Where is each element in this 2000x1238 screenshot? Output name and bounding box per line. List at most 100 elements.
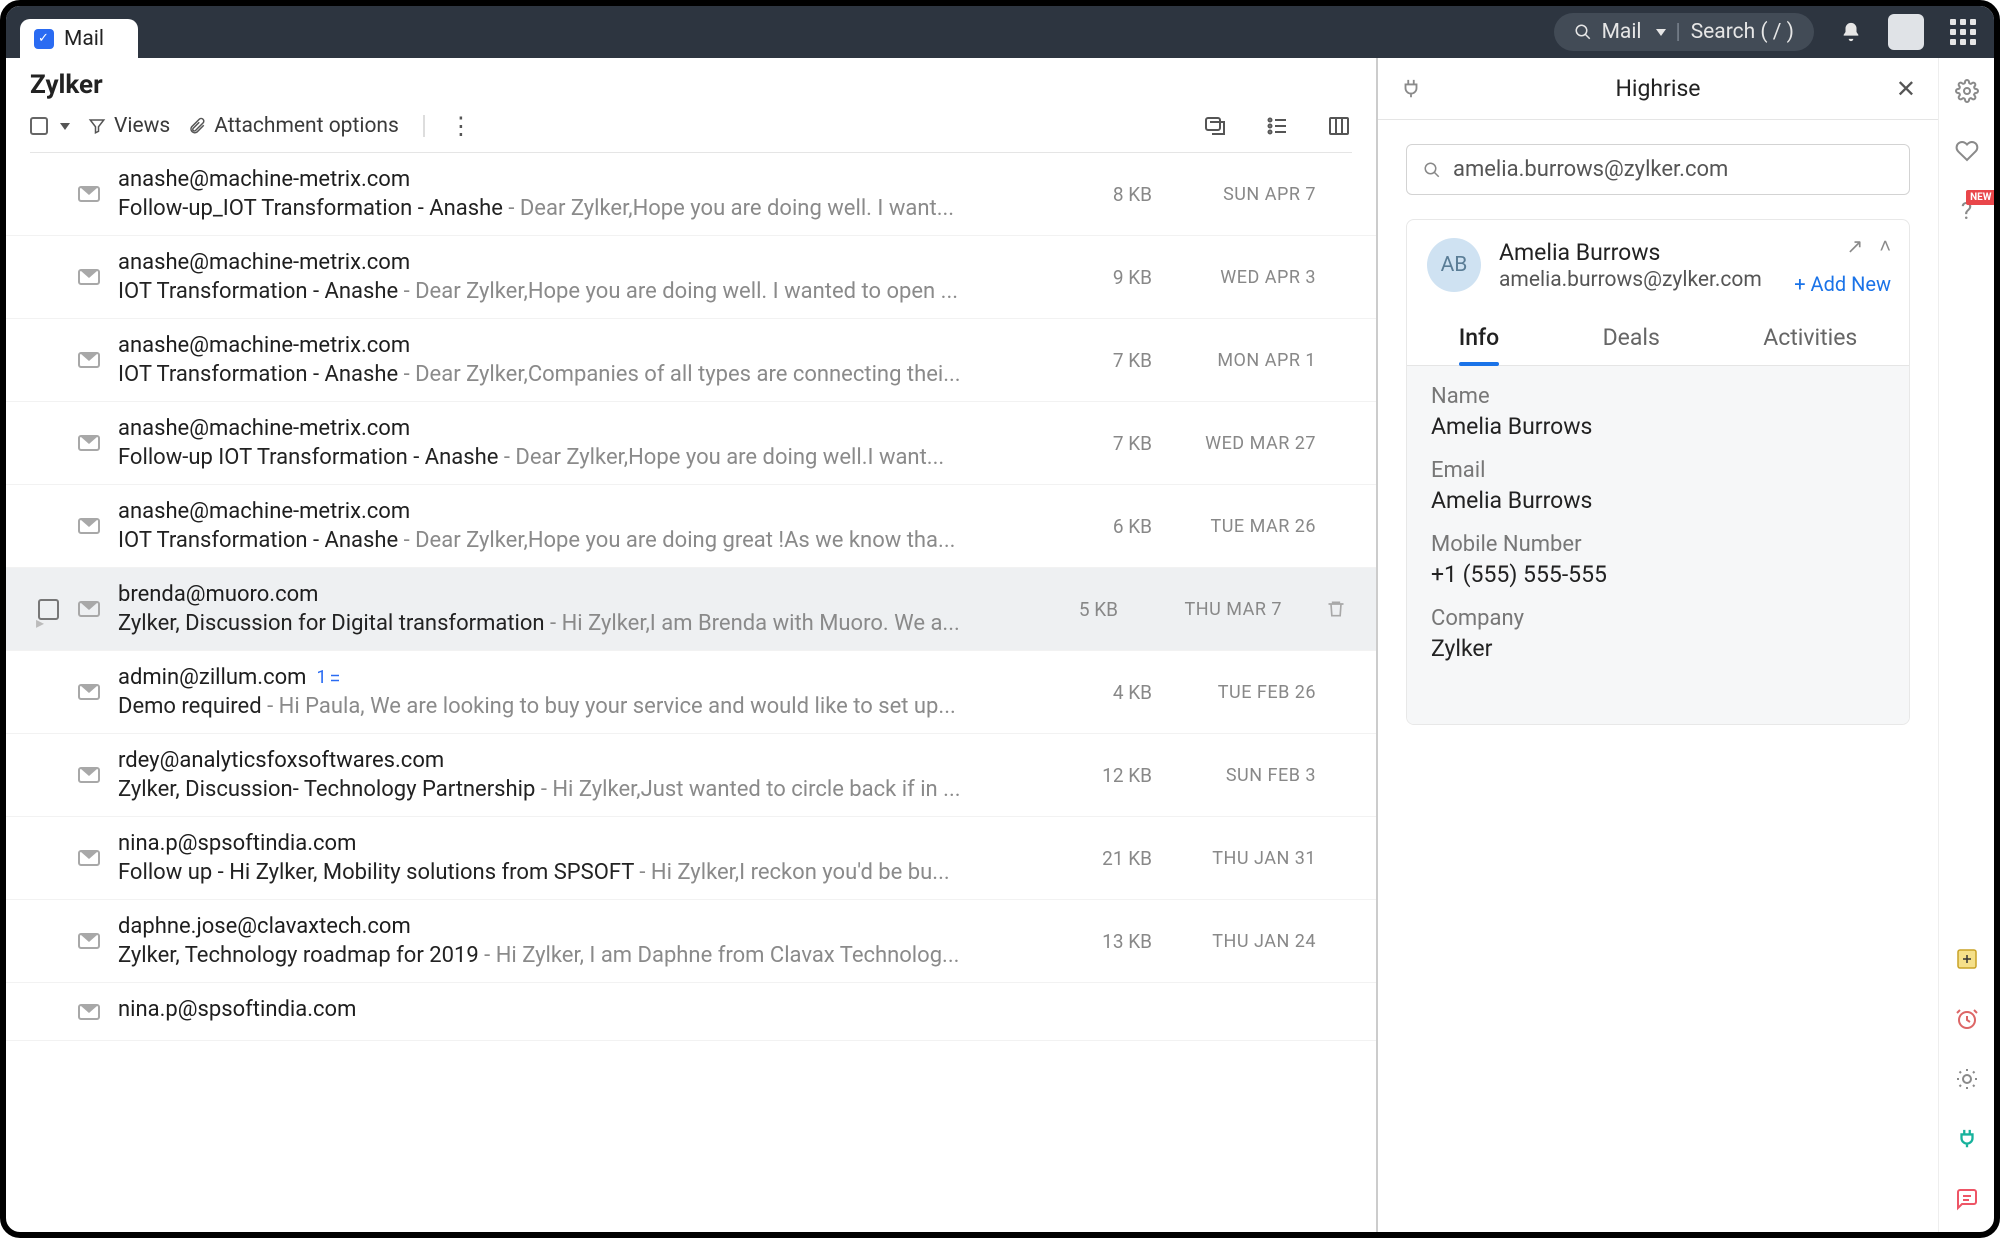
chat-icon[interactable] — [1952, 1184, 1982, 1214]
panel-search[interactable]: amelia.burrows@zylker.com — [1406, 144, 1910, 195]
mail-item[interactable]: ▸brenda@muoro.comZylker, Discussion for … — [6, 568, 1376, 651]
mail-preview: - Dear Zylker,Hope you are doing well. I… — [503, 196, 954, 221]
mail-item[interactable]: anashe@machine-metrix.comIOT Transformat… — [6, 485, 1376, 568]
mail-item[interactable]: anashe@machine-metrix.comFollow-up_IOT T… — [6, 153, 1376, 236]
grouped-view-icon[interactable] — [1202, 113, 1228, 139]
attachment-options-button[interactable]: Attachment options — [188, 114, 399, 138]
mail-from: brenda@muoro.com — [118, 582, 318, 607]
field-value-company: Zylker — [1431, 635, 1885, 662]
views-button[interactable]: Views — [88, 114, 170, 138]
field-value-email: Amelia Burrows — [1431, 487, 1885, 514]
contact-avatar: AB — [1427, 238, 1481, 292]
add-new-link[interactable]: + Add New — [1794, 272, 1891, 296]
mail-from: nina.p@spsoftindia.com — [118, 831, 356, 856]
plug-rail-icon[interactable] — [1952, 1124, 1982, 1154]
tab-label: Mail — [64, 27, 104, 51]
mail-preview: - Dear Zylker,Hope you are doing well.I … — [498, 445, 944, 470]
field-label-company: Company — [1431, 606, 1885, 631]
trash-icon[interactable] — [1326, 599, 1346, 619]
mail-size: 13 KB — [1092, 930, 1152, 953]
envelope-icon — [78, 269, 100, 285]
close-icon[interactable]: ✕ — [1896, 75, 1916, 103]
mail-item[interactable]: daphne.jose@clavaxtech.comZylker, Techno… — [6, 900, 1376, 983]
mail-preview: - Hi Paula, We are looking to buy your s… — [262, 694, 956, 719]
right-rail: ? NEW — [1938, 58, 1994, 1232]
list-view-icon[interactable] — [1264, 113, 1290, 139]
mail-date: THU JAN 31 — [1196, 848, 1316, 869]
plug-icon[interactable] — [1400, 78, 1422, 100]
envelope-icon — [78, 850, 100, 866]
mail-item[interactable]: rdey@analyticsfoxsoftwares.com Zylker, Di… — [6, 734, 1376, 817]
alarm-icon[interactable] — [1952, 1004, 1982, 1034]
mail-list[interactable]: anashe@machine-metrix.com Follow-up_IOT T… — [6, 153, 1376, 1232]
envelope-icon — [78, 684, 100, 700]
contact-card: AB Amelia Burrows amelia.burrows@zylker.… — [1406, 219, 1910, 725]
mail-subject: Follow-up_IOT Transformation - Anashe — [118, 196, 503, 221]
mail-item[interactable]: admin@zillum.com1 Demo required - Hi Pau… — [6, 651, 1376, 734]
brightness-icon[interactable] — [1952, 1064, 1982, 1094]
select-all[interactable] — [30, 117, 70, 135]
mail-subject: Follow up - Hi Zylker, Mobility solution… — [118, 860, 634, 885]
search-scope: Mail — [1602, 20, 1642, 44]
mail-date: WED APR 3 — [1196, 267, 1316, 288]
mail-item[interactable]: nina.p@spsoftindia.com Follow up - Hi Zyl… — [6, 817, 1376, 900]
mail-preview: - Dear Zylker,Hope you are doing great !… — [398, 528, 955, 553]
flag-icon[interactable]: ▸ — [36, 613, 44, 632]
tab-activities[interactable]: Activities — [1763, 314, 1857, 365]
search-icon — [1574, 23, 1592, 41]
mail-size: 12 KB — [1092, 764, 1152, 787]
mail-subject: IOT Transformation - Anashe — [118, 528, 398, 553]
apps-grid-icon[interactable] — [1950, 19, 1976, 45]
gear-icon[interactable] — [1952, 76, 1982, 106]
mail-preview: - Hi Zylker,I am Brenda with Muoro. We a… — [545, 611, 960, 636]
mail-subject: IOT Transformation - Anashe — [118, 279, 398, 304]
envelope-icon — [78, 518, 100, 534]
mail-item[interactable]: anashe@machine-metrix.comFollow-up IOT T… — [6, 402, 1376, 485]
envelope-icon — [78, 601, 100, 617]
avatar[interactable] — [1888, 14, 1924, 50]
open-external-icon[interactable]: ↗ — [1847, 234, 1864, 259]
mail-preview: - Hi Zylker,I reckon you'd be bu... — [634, 860, 950, 885]
global-search[interactable]: Mail | Search ( / ) — [1554, 13, 1814, 51]
search-icon — [1423, 161, 1441, 179]
collapse-icon[interactable]: ˄ — [1879, 234, 1891, 259]
mail-item[interactable]: anashe@machine-metrix.comIOT Transformat… — [6, 236, 1376, 319]
mail-subject: IOT Transformation - Anashe — [118, 362, 398, 387]
envelope-icon — [78, 186, 100, 202]
bell-icon[interactable] — [1840, 21, 1862, 43]
tab-deals[interactable]: Deals — [1603, 314, 1660, 365]
mail-from: nina.p@spsoftindia.com — [118, 997, 356, 1022]
tab-mail[interactable]: Mail — [20, 19, 138, 59]
envelope-icon — [78, 435, 100, 451]
field-label-name: Name — [1431, 384, 1885, 409]
separator: | — [1676, 20, 1681, 44]
mail-size: 7 KB — [1092, 349, 1152, 372]
add-note-icon[interactable] — [1952, 944, 1982, 974]
mail-from: anashe@machine-metrix.com — [118, 333, 410, 358]
envelope-icon — [78, 352, 100, 368]
mail-size: 21 KB — [1092, 847, 1152, 870]
help-icon[interactable]: ? NEW — [1952, 196, 1982, 226]
mail-preview: - Dear Zylker,Hope you are doing well. I… — [398, 279, 958, 304]
mail-date: MON APR 1 — [1196, 350, 1316, 371]
panel-title: Highrise — [1615, 75, 1700, 102]
mail-from: anashe@machine-metrix.com — [118, 416, 410, 441]
attachment-icon — [188, 116, 206, 136]
mail-size: 6 KB — [1092, 515, 1152, 538]
mail-preview: - Dear Zylker,Companies of all types are… — [398, 362, 960, 387]
mail-subject: Zylker, Discussion- Technology Partnersh… — [118, 777, 535, 802]
mail-item[interactable]: nina.p@spsoftindia.com — [6, 983, 1376, 1041]
mail-item[interactable]: anashe@machine-metrix.com IOT Transformat… — [6, 319, 1376, 402]
mail-date: WED MAR 27 — [1196, 433, 1316, 454]
heart-icon[interactable] — [1952, 136, 1982, 166]
more-menu-icon[interactable]: ⋮ — [449, 112, 471, 140]
tab-info[interactable]: Info — [1459, 314, 1500, 365]
mail-subject: Zylker, Technology roadmap for 2019 — [118, 943, 479, 968]
mail-date: SUN FEB 3 — [1196, 765, 1316, 786]
mail-size: 7 KB — [1092, 432, 1152, 455]
board-view-icon[interactable] — [1326, 113, 1352, 139]
mail-from: rdey@analyticsfoxsoftwares.com — [118, 748, 444, 773]
mail-preview: - Hi Zylker, I am Daphne from Clavax Tec… — [479, 943, 960, 968]
envelope-icon — [78, 767, 100, 783]
chevron-down-icon — [1656, 29, 1666, 36]
